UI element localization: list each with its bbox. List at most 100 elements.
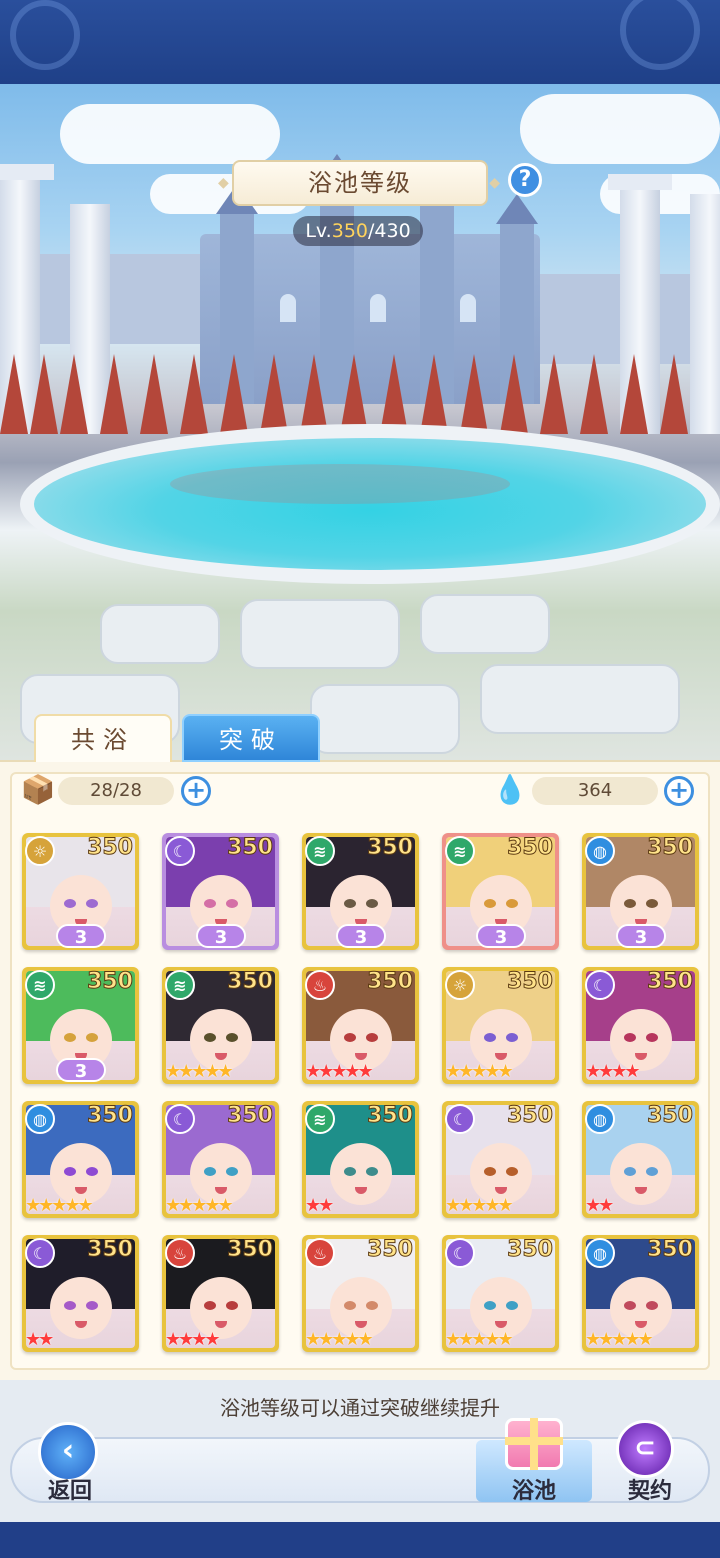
currency-count: 364: [532, 777, 658, 805]
water-element-icon: ◍: [585, 1238, 615, 1268]
fire-element-icon: ♨: [305, 1238, 335, 1268]
awaken-rank-badge: 3: [56, 924, 106, 948]
level-max: 430: [374, 220, 411, 242]
character-level: 350: [367, 1237, 414, 1263]
character-level: 350: [507, 835, 554, 861]
character-card[interactable]: ☾ 350 3: [162, 833, 279, 950]
character-card[interactable]: ♨ 350 ★★★★: [162, 1235, 279, 1352]
character-level: 350: [87, 1237, 134, 1263]
pool-level-indicator: Lv.350/430: [293, 216, 423, 246]
awaken-rank-badge: 3: [56, 1058, 106, 1082]
character-level: 350: [507, 1237, 554, 1263]
frame-ornament: [10, 0, 80, 70]
wind-element-icon: ≋: [445, 836, 475, 866]
add-currency-button[interactable]: +: [664, 776, 694, 806]
top-frame: [0, 0, 720, 84]
awaken-rank-badge: 3: [196, 924, 246, 948]
character-level: 350: [507, 969, 554, 995]
character-level: 350: [227, 1237, 274, 1263]
cloud: [60, 104, 280, 164]
character-card[interactable]: ☼ 350 3: [22, 833, 139, 950]
paving-stone: [310, 684, 460, 754]
gift-box-icon: 📦: [20, 773, 56, 806]
character-level: 350: [87, 1103, 134, 1129]
character-card[interactable]: ☾ 350 ★★★★★: [162, 1101, 279, 1218]
wind-element-icon: ≋: [165, 970, 195, 1000]
level-prefix: Lv.: [305, 220, 332, 242]
moon-element-icon: ☾: [445, 1104, 475, 1134]
character-level: 350: [367, 969, 414, 995]
moon-element-icon: ☾: [445, 1238, 475, 1268]
character-card[interactable]: ≋ 350 3: [302, 833, 419, 950]
moon-element-icon: ☾: [165, 1104, 195, 1134]
star-rating: ★★★★: [165, 1329, 221, 1350]
help-button[interactable]: ?: [508, 163, 542, 197]
wind-element-icon: ≋: [25, 970, 55, 1000]
character-level: 350: [87, 835, 134, 861]
character-card[interactable]: ♨ 350 ★★★★★: [302, 967, 419, 1084]
moon-element-icon: ☾: [585, 970, 615, 1000]
water-spirit-icon: 💧: [492, 773, 528, 806]
level-current: 350: [331, 220, 368, 242]
hint-text: 浴池等级可以通过突破继续提升: [220, 1396, 500, 1420]
water-element-icon: ◍: [25, 1104, 55, 1134]
star-rating: ★★★★★: [445, 1061, 514, 1082]
character-card[interactable]: ≋ 350 ★★★★★: [162, 967, 279, 1084]
character-card[interactable]: ♨ 350 ★★★★★: [302, 1235, 419, 1352]
awaken-rank-badge: 3: [336, 924, 386, 948]
bath-pool: [20, 424, 720, 584]
moon-element-icon: ☾: [165, 836, 195, 866]
character-card[interactable]: ≋ 350 ★★: [302, 1101, 419, 1218]
paving-stone: [100, 604, 220, 664]
character-level: 350: [647, 1237, 694, 1263]
wind-element-icon: ≋: [305, 1104, 335, 1134]
character-level: 350: [367, 1103, 414, 1129]
tab-breakthrough[interactable]: 突破: [182, 714, 320, 762]
tab-co-bathing[interactable]: 共浴: [34, 714, 172, 762]
fire-element-icon: ♨: [305, 970, 335, 1000]
character-grid: ☼ 350 3 ☾ 350 3 ≋ 350 3 ≋ 350 3 ◍ 350 3 ≋ 350 3 ≋ 350 ★★★★★ ♨…: [22, 833, 700, 1353]
cloud: [520, 94, 720, 164]
character-level: 350: [647, 835, 694, 861]
character-level: 350: [227, 835, 274, 861]
character-card[interactable]: ☾ 350 ★★★★★: [442, 1101, 559, 1218]
character-card[interactable]: ◍ 350 ★★: [582, 1101, 699, 1218]
star-rating: ★★★★★: [25, 1195, 94, 1216]
star-rating: ★★★★★: [585, 1329, 654, 1350]
contract-icon[interactable]: ⊂: [616, 1420, 674, 1478]
character-level: 350: [227, 1103, 274, 1129]
character-card[interactable]: ☾ 350 ★★: [22, 1235, 139, 1352]
paving-stone: [480, 664, 680, 734]
wind-element-icon: ≋: [305, 836, 335, 866]
add-slots-button[interactable]: +: [181, 776, 211, 806]
red-forest: [0, 314, 720, 434]
character-card[interactable]: ◍ 350 ★★★★★: [22, 1101, 139, 1218]
sun-element-icon: ☼: [445, 970, 475, 1000]
column-cap: [0, 164, 54, 180]
paving-stone: [420, 594, 550, 654]
nav-contract-label[interactable]: 契约: [610, 1473, 690, 1505]
star-rating: ★★★★★: [445, 1329, 514, 1350]
bottom-nav: [10, 1437, 710, 1503]
character-level: 350: [367, 835, 414, 861]
character-card[interactable]: ☼ 350 ★★★★★: [442, 967, 559, 1084]
character-card[interactable]: ☾ 350 ★★★★: [582, 967, 699, 1084]
star-rating: ★★★★★: [165, 1061, 234, 1082]
bath-gift-icon[interactable]: [505, 1418, 563, 1470]
star-rating: ★★★★: [585, 1061, 641, 1082]
star-rating: ★★★★★: [445, 1195, 514, 1216]
character-card[interactable]: ≋ 350 3: [442, 833, 559, 950]
character-card[interactable]: ◍ 350 ★★★★★: [582, 1235, 699, 1352]
star-rating: ★★★★★: [165, 1195, 234, 1216]
character-card[interactable]: ≋ 350 3: [22, 967, 139, 1084]
character-level: 350: [507, 1103, 554, 1129]
column-cap: [608, 174, 672, 190]
star-rating: ★★★★★: [305, 1329, 374, 1350]
sun-element-icon: ☼: [25, 836, 55, 866]
character-card[interactable]: ☾ 350 ★★★★★: [442, 1235, 559, 1352]
bottom-frame: [0, 1522, 720, 1558]
character-card[interactable]: ◍ 350 3: [582, 833, 699, 950]
nav-bath-label[interactable]: 浴池: [494, 1473, 574, 1505]
awaken-rank-badge: 3: [616, 924, 666, 948]
back-button-label[interactable]: 返回: [30, 1473, 110, 1505]
